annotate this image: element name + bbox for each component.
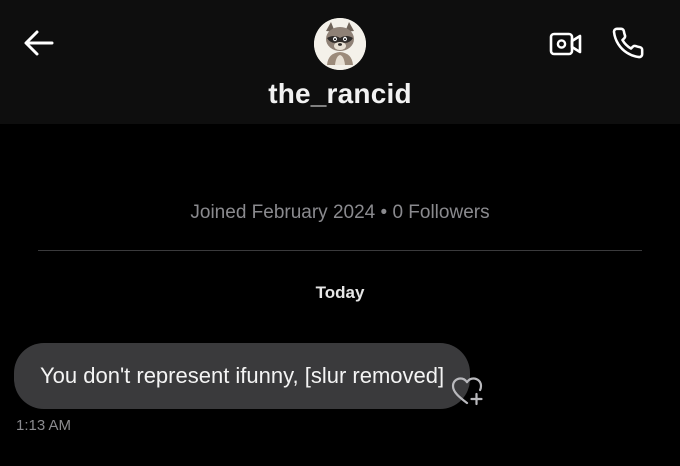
- raccoon-avatar-icon: [314, 18, 366, 70]
- video-call-button[interactable]: [546, 26, 586, 62]
- message-timestamp: 1:13 AM: [16, 417, 72, 434]
- arrow-left-icon: [24, 30, 54, 56]
- phone-icon: [612, 27, 644, 59]
- heart-plus-icon: [451, 377, 483, 406]
- voice-call-button[interactable]: [608, 24, 648, 62]
- like-message-button[interactable]: [448, 373, 488, 409]
- message-text: You don't represent ifunny, [slur remove…: [40, 363, 445, 388]
- profile-joined-info: Joined February 2024 • 0 Followers: [190, 202, 490, 223]
- video-camera-icon: [549, 32, 582, 56]
- avatar[interactable]: [314, 18, 366, 70]
- chat-username[interactable]: the_rancid: [0, 78, 680, 110]
- back-button[interactable]: [20, 26, 58, 60]
- date-separator: Today: [315, 283, 365, 302]
- chat-header: the_rancid: [0, 0, 680, 124]
- message-bubble[interactable]: You don't represent ifunny, [slur remove…: [14, 343, 471, 409]
- divider: [38, 250, 642, 251]
